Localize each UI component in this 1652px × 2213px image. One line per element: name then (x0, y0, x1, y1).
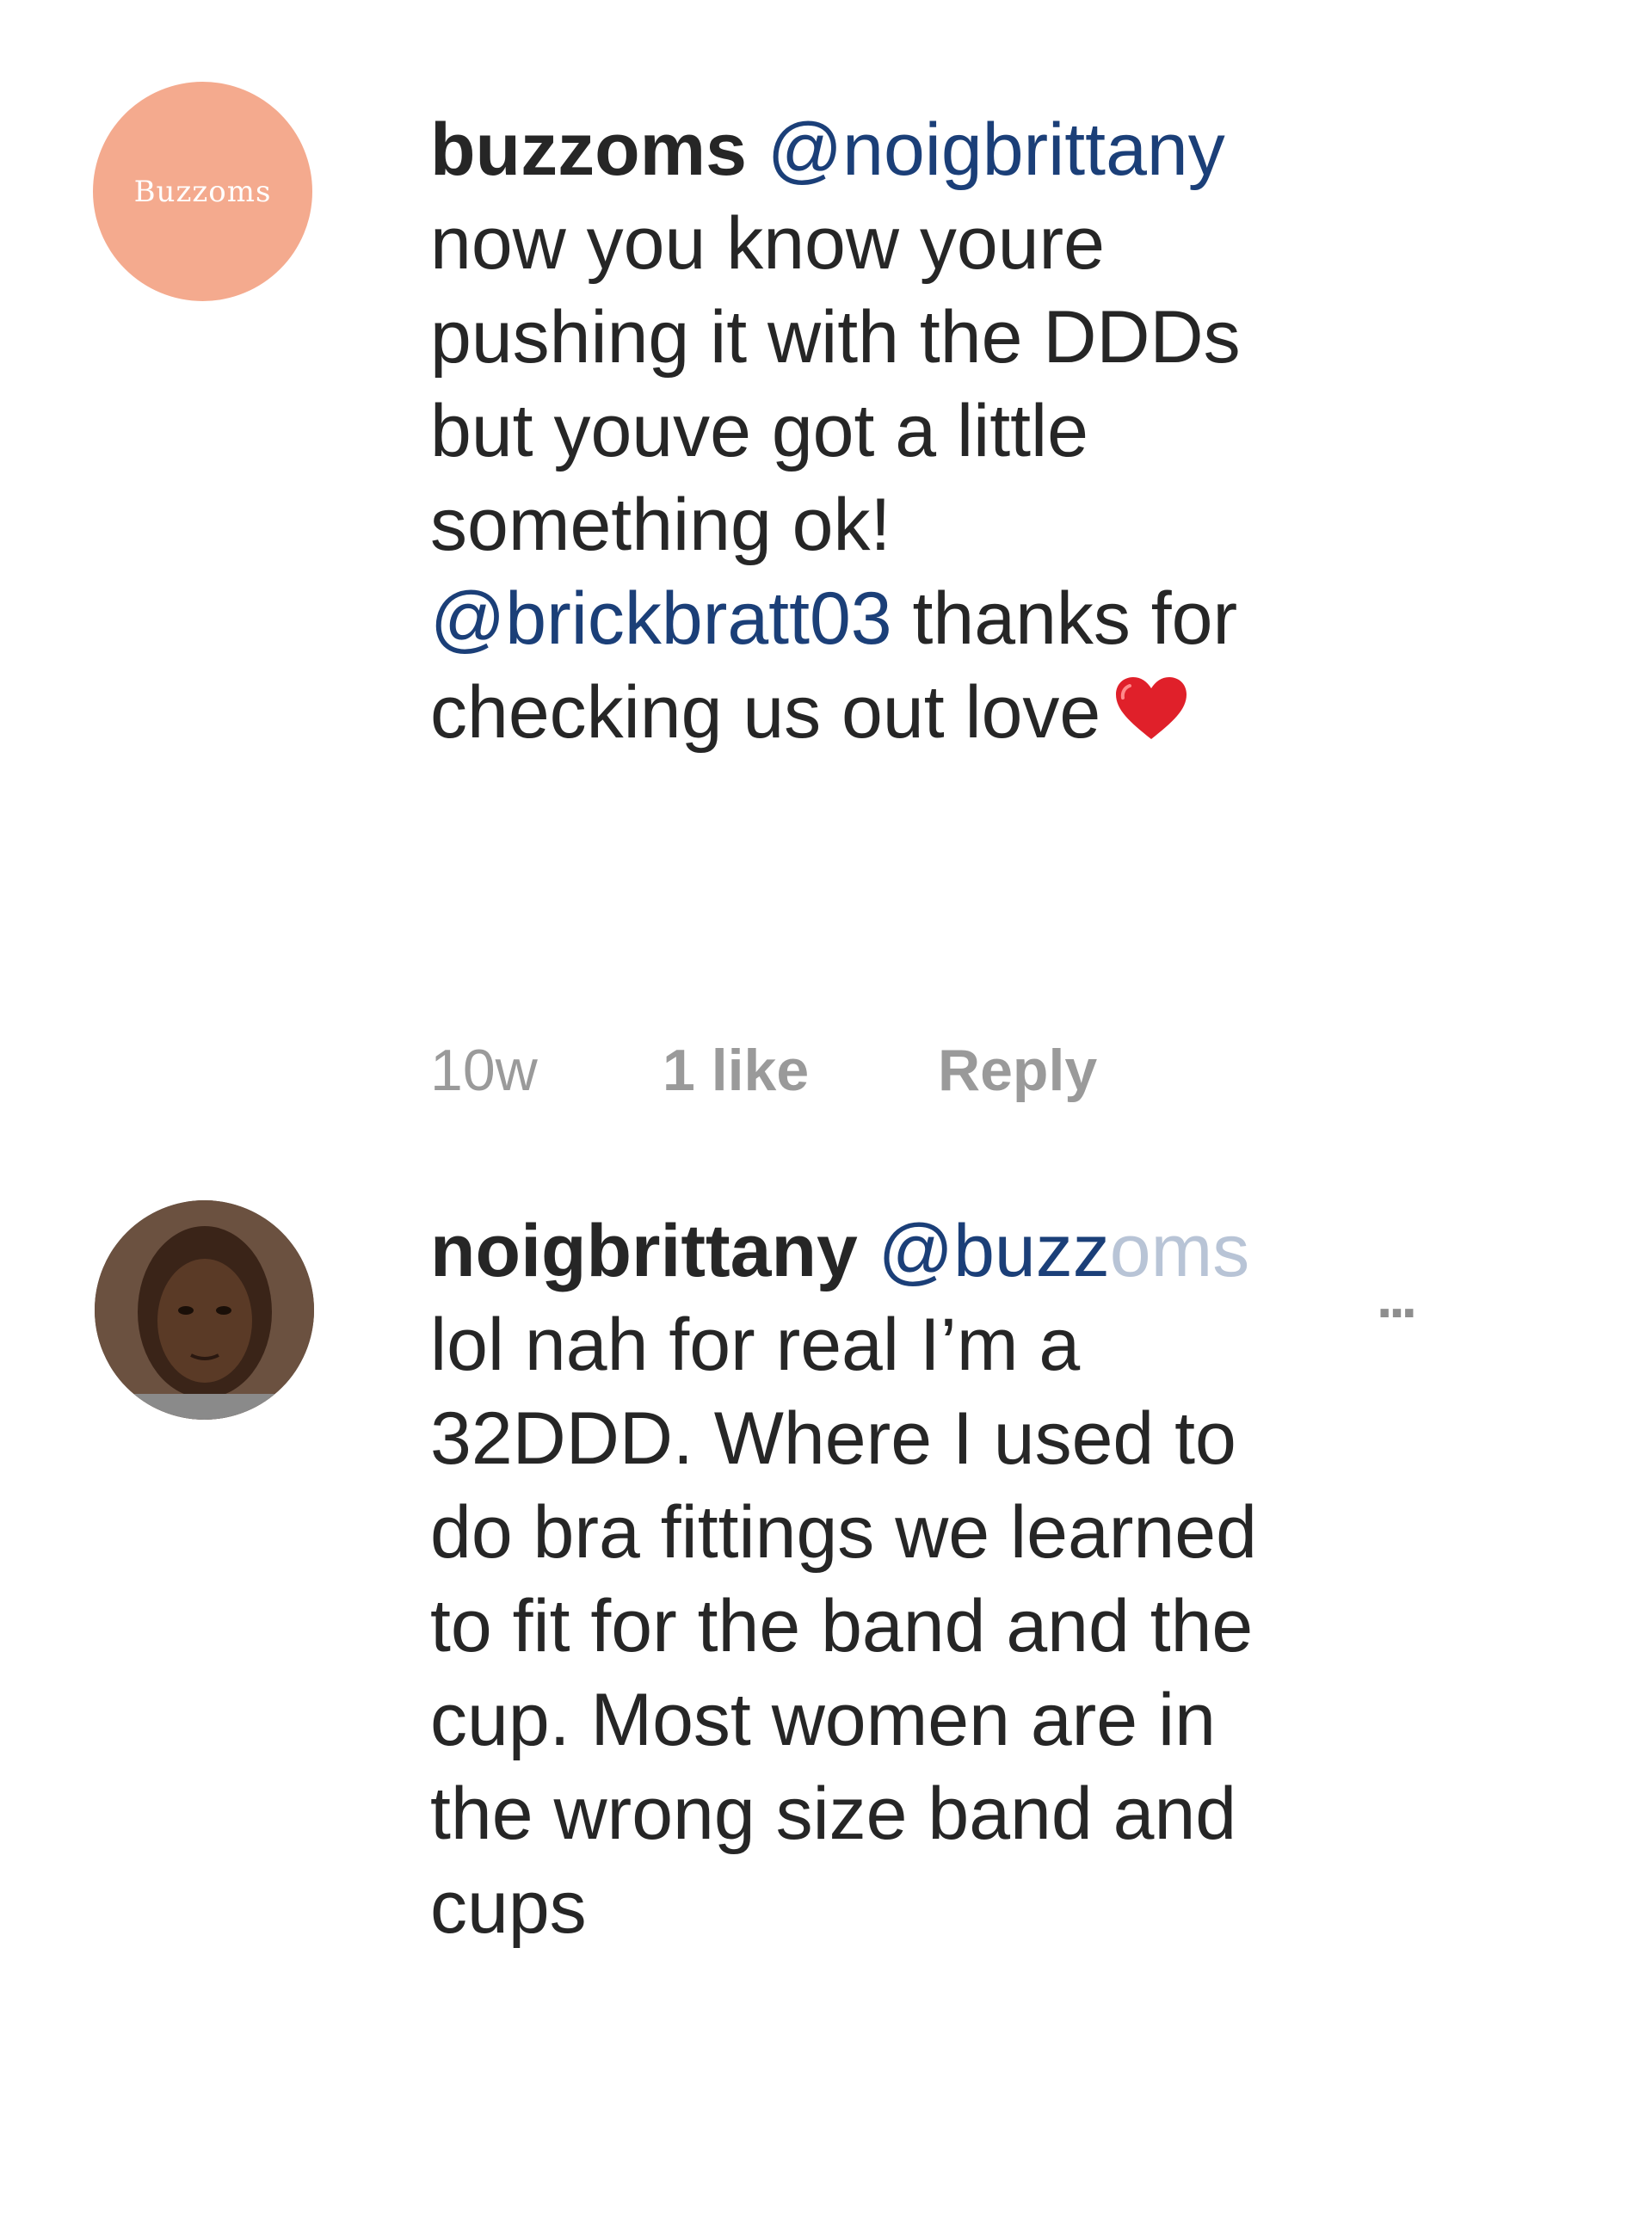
comment-line: 32DDD. Where I used to (430, 1397, 1236, 1480)
comment-line-text: checking us out love (430, 671, 1101, 754)
mention-link[interactable]: @brickbratt03 (430, 577, 892, 660)
comment-line: now you know youre (430, 202, 1105, 285)
reply-button[interactable]: Reply (938, 1037, 1097, 1104)
comment-line: something ok! (430, 484, 891, 566)
comment-line-mention: @brickbratt03 thanks for (430, 572, 1566, 666)
comment-username[interactable]: buzzoms (430, 108, 747, 191)
comment-line: the wrong size band and (430, 1772, 1237, 1855)
avatar-logo-text: Buzzoms (133, 175, 272, 209)
profile-photo (95, 1200, 314, 1420)
mention-link[interactable]: @buzz (878, 1210, 1110, 1292)
comment-line: to fit for the band and the (430, 1585, 1254, 1667)
comment-line: do bra fittings we learned (430, 1491, 1257, 1574)
comment-username[interactable]: noigbrittany (430, 1210, 858, 1292)
comment-line: cup. Most women are in (430, 1679, 1216, 1761)
avatar-buzzoms[interactable]: Buzzoms (93, 82, 312, 301)
comment-line-text: thanks for (891, 577, 1238, 660)
comment-line: but youve got a little (430, 390, 1088, 472)
comment-line: pushing it with the DDDs (430, 296, 1241, 379)
mention-fade-tail: oms (1109, 1210, 1250, 1292)
comment-line-last: checking us out love (430, 666, 1566, 760)
comment-timestamp: 10w (430, 1038, 538, 1103)
more-button[interactable]: ... (1377, 1265, 1417, 1330)
heart-icon (1116, 677, 1187, 739)
comment-line: cups (430, 1866, 587, 1949)
avatar-noigbrittany[interactable] (95, 1200, 314, 1420)
comment-first-line: buzzoms @noigbrittany (430, 103, 1566, 197)
mention-link[interactable]: @noigbrittany (767, 108, 1225, 191)
comment-body: buzzoms @noigbrittany now you know youre… (430, 103, 1566, 760)
likes-count-link[interactable]: 1 like (663, 1037, 809, 1104)
comment-meta: 10w 1 like Reply (430, 1037, 1291, 1114)
